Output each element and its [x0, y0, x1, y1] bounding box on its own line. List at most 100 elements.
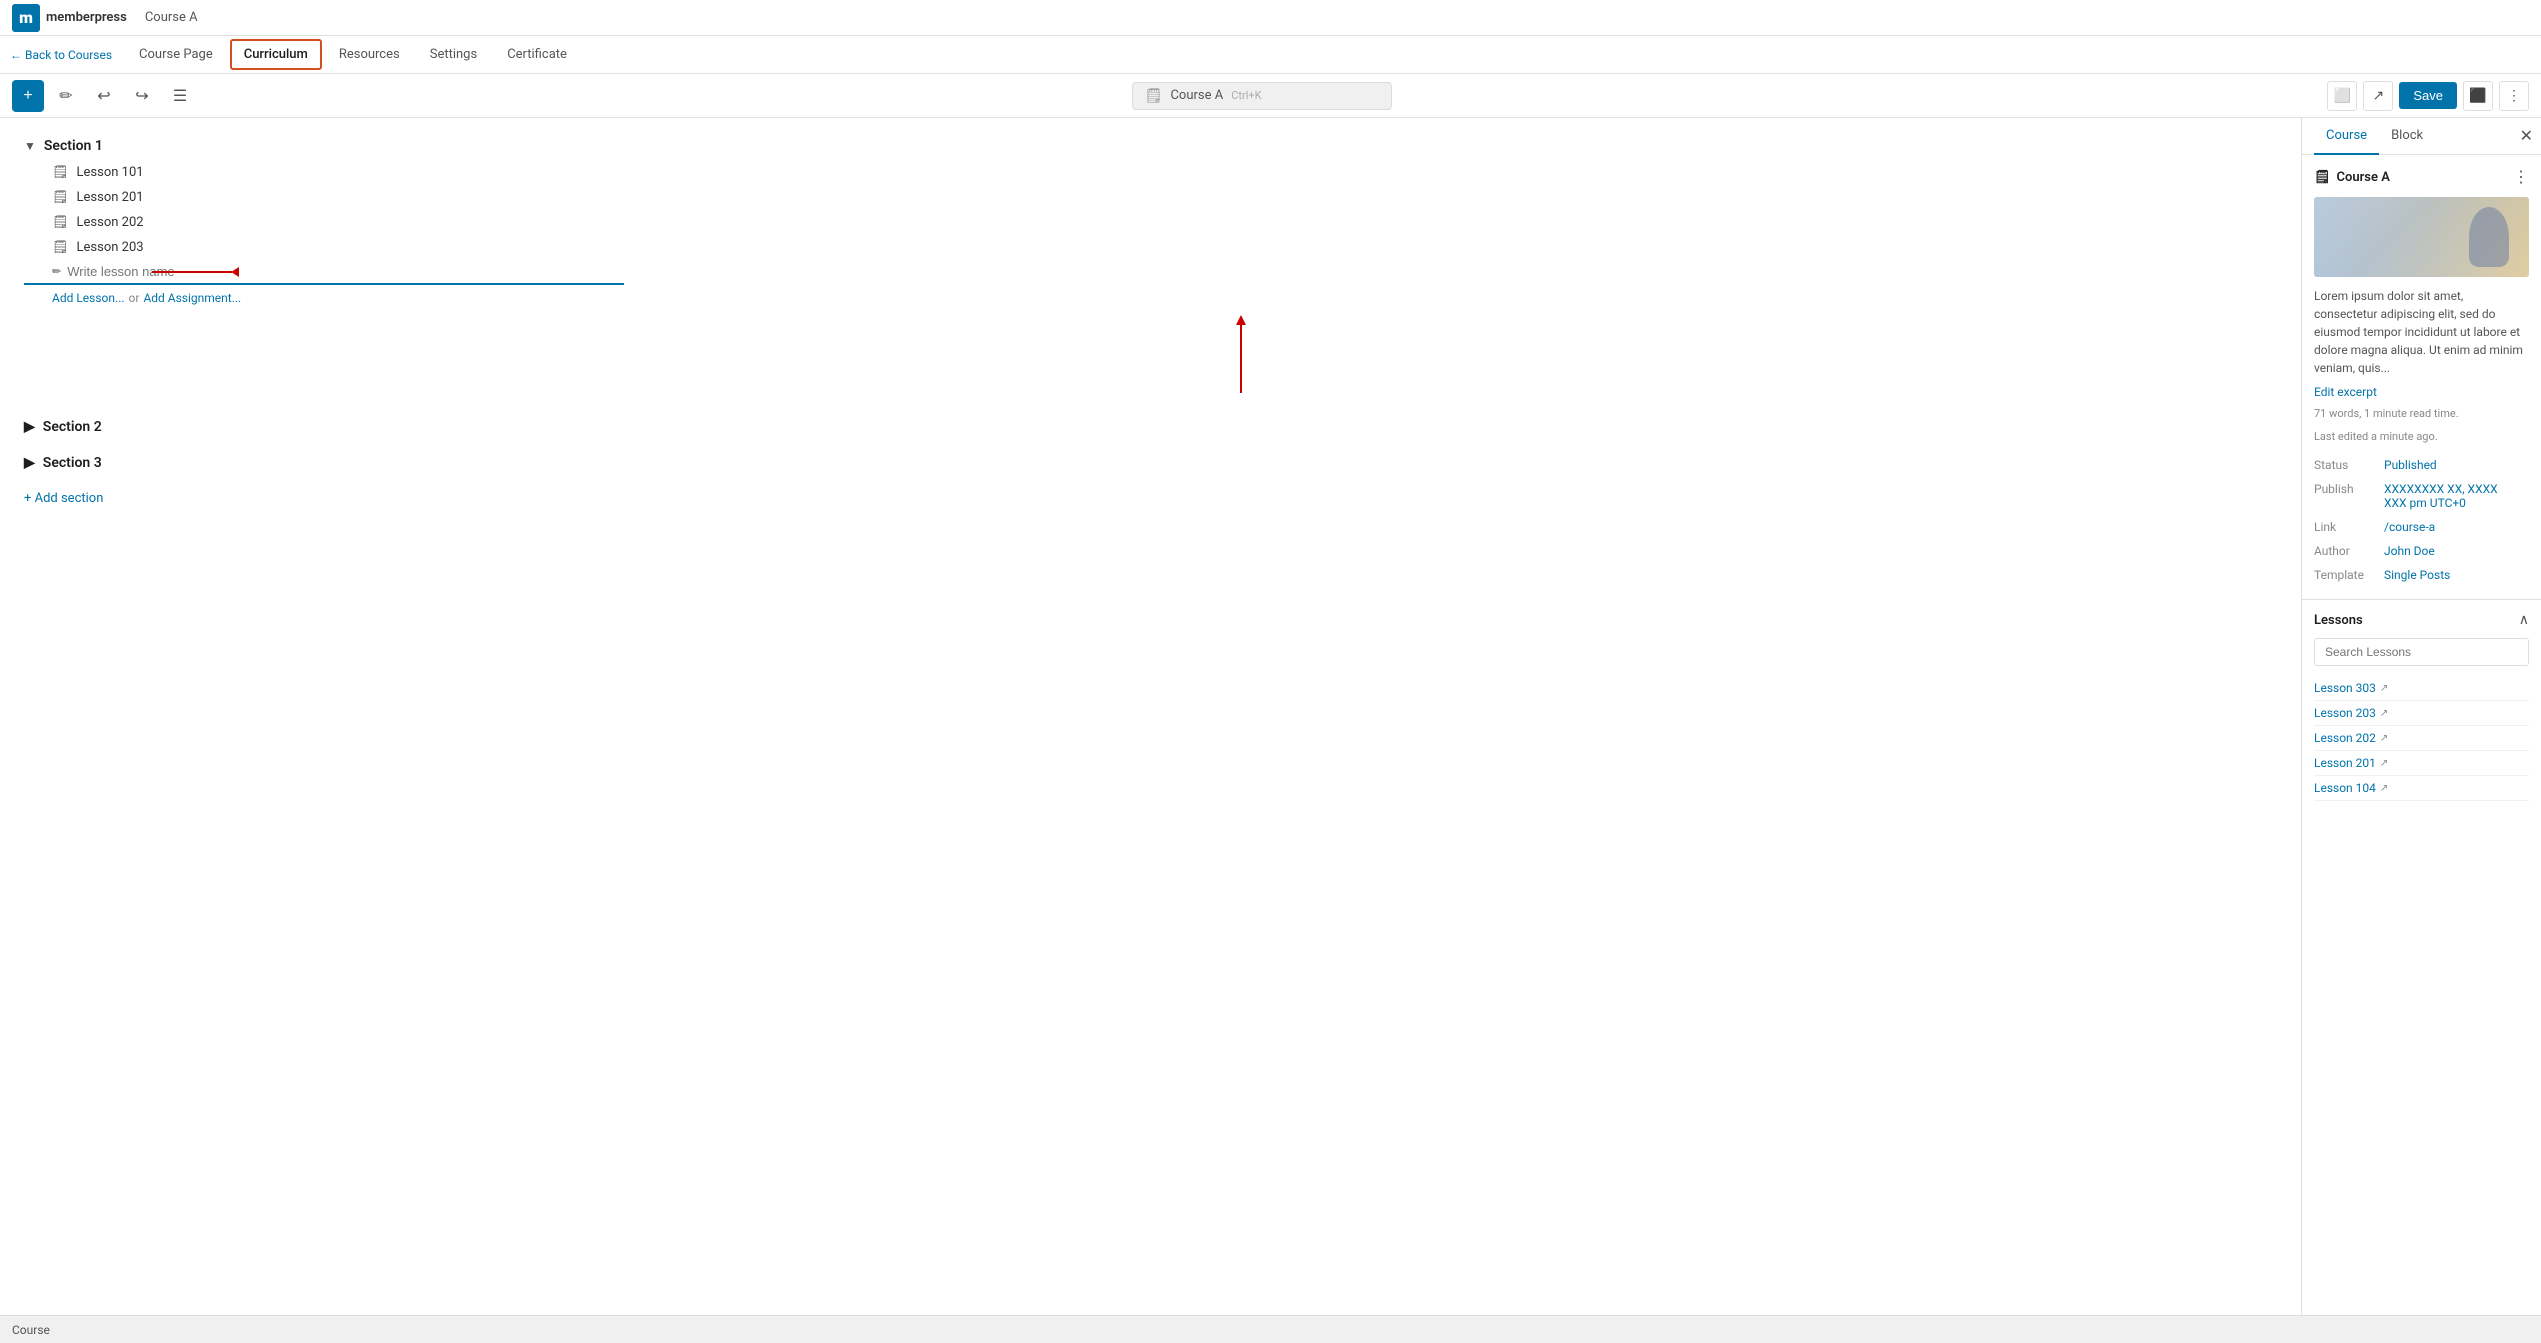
- lesson-doc-icon: 🗒: [52, 215, 69, 230]
- lesson-doc-icon: 🗒: [52, 240, 69, 255]
- template-value: Single Posts: [2384, 563, 2529, 587]
- lesson-name-input[interactable]: [67, 264, 624, 279]
- top-header: m memberpress Course A: [0, 0, 2541, 36]
- lesson-list-label-4: Lesson 201: [2314, 756, 2376, 770]
- add-section-button[interactable]: + Add section: [24, 483, 2277, 514]
- last-edited: Last edited a minute ago.: [2314, 430, 2529, 443]
- list-item[interactable]: Lesson 303 ↗: [2314, 676, 2529, 701]
- toggle-sidebar-button[interactable]: ⬛: [2463, 81, 2493, 111]
- lesson-101-label: Lesson 101: [77, 165, 144, 180]
- course-link[interactable]: /course-a: [2384, 520, 2435, 534]
- redo-button[interactable]: ↪: [126, 80, 158, 112]
- tab-resources[interactable]: Resources: [326, 40, 413, 69]
- lesson-list-label-3: Lesson 202: [2314, 731, 2376, 745]
- preview-button[interactable]: ⬜: [2327, 81, 2357, 111]
- brand-name: memberpress: [46, 10, 127, 25]
- status-value: Published: [2384, 453, 2529, 477]
- list-view-button[interactable]: ☰: [164, 80, 196, 112]
- nav-tabs: ← Back to Courses Course Page Curriculum…: [0, 36, 2541, 74]
- new-lesson-row: ✏: [24, 260, 624, 285]
- status-bar: Course: [0, 1315, 2541, 1343]
- template-label: Template: [2314, 563, 2384, 587]
- add-assignment-link[interactable]: Add Assignment...: [143, 291, 241, 305]
- course-description: Lorem ipsum dolor sit amet, consectetur …: [2314, 287, 2529, 377]
- tab-course-page[interactable]: Course Page: [126, 40, 226, 69]
- course-thumbnail: [2314, 197, 2529, 277]
- publish-value: XXXXXXXX XX, XXXXXXX pm UTC+0: [2384, 477, 2529, 515]
- section-2-label: Section 2: [43, 419, 102, 435]
- add-section-label: + Add section: [24, 491, 103, 506]
- meta-row-link: Link /course-a: [2314, 515, 2529, 539]
- panel-tabs: Course Block ✕: [2302, 118, 2541, 155]
- section-1-header[interactable]: ▼ Section 1: [24, 138, 2277, 154]
- add-lesson-link[interactable]: Add Lesson...: [52, 291, 125, 305]
- panel-tab-course[interactable]: Course: [2314, 118, 2379, 155]
- external-icon-5: ↗: [2380, 783, 2388, 794]
- lesson-doc-icon: 🗒: [52, 165, 69, 180]
- link-value: /course-a: [2384, 515, 2529, 539]
- search-lessons-input[interactable]: [2314, 638, 2529, 666]
- section-3-label: Section 3: [43, 455, 102, 471]
- lesson-list-label-1: Lesson 303: [2314, 681, 2376, 695]
- edit-button[interactable]: ✏: [50, 80, 82, 112]
- section-1-label: Section 1: [44, 138, 103, 154]
- publish-link[interactable]: XXXXXXXX XX, XXXXXXX pm UTC+0: [2384, 482, 2498, 510]
- panel-more-button[interactable]: ⋮: [2513, 167, 2529, 187]
- section-2-header[interactable]: ▶ Section 2: [24, 411, 2277, 443]
- meta-row-author: Author John Doe: [2314, 539, 2529, 563]
- undo-button[interactable]: ↩: [88, 80, 120, 112]
- external-icon-1: ↗: [2380, 683, 2388, 694]
- panel-close-button[interactable]: ✕: [2520, 126, 2533, 146]
- back-to-courses-link[interactable]: ← Back to Courses: [10, 48, 112, 62]
- lesson-item: 🗒 Lesson 101: [24, 160, 2277, 185]
- keyboard-shortcut: Ctrl+K: [1231, 89, 1261, 102]
- meta-row-template: Template Single Posts: [2314, 563, 2529, 587]
- publish-label: Publish: [2314, 477, 2384, 515]
- external-link-button[interactable]: ↗: [2363, 81, 2393, 111]
- meta-table: Status Published Publish XXXXXXXX XX, XX…: [2314, 453, 2529, 587]
- section-1-container: ▼ Section 1 🗒 Lesson 101 🗒 Lesson 201 🗒 …: [24, 138, 2277, 311]
- lesson-doc-icon: 🗒: [52, 190, 69, 205]
- external-icon-3: ↗: [2380, 733, 2388, 744]
- tab-curriculum[interactable]: Curriculum: [230, 39, 322, 70]
- logo-area: m memberpress: [12, 4, 127, 32]
- toolbar-right: ⬜ ↗ Save ⬛ ⋮: [2327, 81, 2529, 111]
- tab-settings[interactable]: Settings: [417, 40, 490, 69]
- lesson-item: 🗒 Lesson 202: [24, 210, 2277, 235]
- course-doc-icon: 🗒: [2314, 170, 2331, 185]
- more-options-button[interactable]: ⋮: [2499, 81, 2529, 111]
- right-panel: Course Block ✕ 🗒 Course A ⋮ Lorem ipsum …: [2301, 118, 2541, 1315]
- lesson-item: 🗒 Lesson 203: [24, 235, 2277, 260]
- author-link[interactable]: John Doe: [2384, 544, 2435, 558]
- lesson-item: 🗒 Lesson 201: [24, 185, 2277, 210]
- section-3-header[interactable]: ▶ Section 3: [24, 447, 2277, 479]
- section-1-toggle-icon: ▼: [24, 139, 36, 153]
- lessons-title: Lessons: [2314, 613, 2363, 628]
- lessons-header: Lessons ∧: [2314, 612, 2529, 628]
- word-count: 71 words, 1 minute read time.: [2314, 407, 2529, 420]
- lessons-collapse-button[interactable]: ∧: [2519, 612, 2529, 628]
- panel-tab-block[interactable]: Block: [2379, 118, 2435, 155]
- course-name-header: Course A: [145, 10, 198, 25]
- list-item[interactable]: Lesson 104 ↗: [2314, 776, 2529, 801]
- panel-content: 🗒 Course A ⋮ Lorem ipsum dolor sit amet,…: [2302, 155, 2541, 599]
- panel-course-header: 🗒 Course A ⋮: [2314, 167, 2529, 187]
- lessons-section: Lessons ∧ Lesson 303 ↗ Lesson 203 ↗ Less…: [2302, 599, 2541, 813]
- edit-excerpt-link[interactable]: Edit excerpt: [2314, 385, 2529, 399]
- save-button[interactable]: Save: [2399, 82, 2457, 109]
- add-links: Add Lesson... or Add Assignment...: [24, 285, 2277, 311]
- tab-certificate[interactable]: Certificate: [494, 40, 580, 69]
- list-item[interactable]: Lesson 201 ↗: [2314, 751, 2529, 776]
- document-title-bar[interactable]: 🗒 Course A Ctrl+K: [1132, 82, 1392, 110]
- template-link[interactable]: Single Posts: [2384, 568, 2450, 582]
- add-button[interactable]: +: [12, 80, 44, 112]
- panel-course-name: Course A: [2337, 170, 2390, 185]
- list-item[interactable]: Lesson 202 ↗: [2314, 726, 2529, 751]
- lesson-201-label: Lesson 201: [77, 190, 144, 205]
- status-label: Status: [2314, 453, 2384, 477]
- external-icon-2: ↗: [2380, 708, 2388, 719]
- external-icon-4: ↗: [2380, 758, 2388, 769]
- section-3-toggle-icon: ▶: [24, 455, 35, 471]
- list-item[interactable]: Lesson 203 ↗: [2314, 701, 2529, 726]
- section-2-toggle-icon: ▶: [24, 419, 35, 435]
